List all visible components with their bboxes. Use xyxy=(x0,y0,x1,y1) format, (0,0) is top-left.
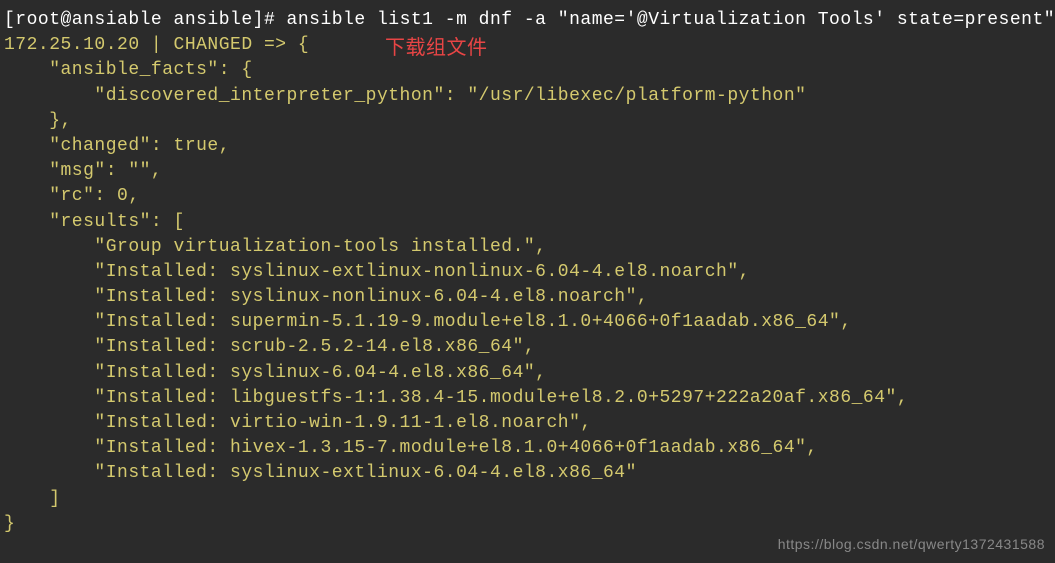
results-close: ] xyxy=(4,489,61,509)
result-3: "Installed: supermin-5.1.19-9.module+el8… xyxy=(4,312,852,332)
result-7: "Installed: virtio-win-1.9.11-1.el8.noar… xyxy=(4,413,592,433)
rc-line: "rc": 0, xyxy=(4,186,140,206)
msg-line: "msg": "", xyxy=(4,161,162,181)
terminal-output[interactable]: [root@ansiable ansible]# ansible list1 -… xyxy=(4,8,1051,537)
host-status: 172.25.10.20 | CHANGED => { xyxy=(4,35,309,55)
result-2: "Installed: syslinux-nonlinux-6.04-4.el8… xyxy=(4,287,648,307)
result-0: "Group virtualization-tools installed.", xyxy=(4,237,546,257)
result-6: "Installed: libguestfs-1:1.38.4-15.modul… xyxy=(4,388,908,408)
shell-prompt: [root@ansiable ansible]# xyxy=(4,10,287,30)
ansible-facts-close: }, xyxy=(4,111,72,131)
result-4: "Installed: scrub-2.5.2-14.el8.x86_64", xyxy=(4,337,535,357)
result-1: "Installed: syslinux-extlinux-nonlinux-6… xyxy=(4,262,750,282)
red-annotation: 下载组文件 xyxy=(385,34,488,62)
result-8: "Installed: hivex-1.3.15-7.module+el8.1.… xyxy=(4,438,818,458)
watermark-text: https://blog.csdn.net/qwerty1372431588 xyxy=(778,535,1045,555)
results-open: "results": [ xyxy=(4,212,185,232)
changed-line: "changed": true, xyxy=(4,136,230,156)
interpreter-line: "discovered_interpreter_python": "/usr/l… xyxy=(4,86,806,106)
result-5: "Installed: syslinux-6.04-4.el8.x86_64", xyxy=(4,363,546,383)
ansible-facts-open: "ansible_facts": { xyxy=(4,60,253,80)
command-line: ansible list1 -m dnf -a "name='@Virtuali… xyxy=(287,10,1055,30)
json-close: } xyxy=(4,514,15,534)
result-9: "Installed: syslinux-extlinux-6.04-4.el8… xyxy=(4,463,637,483)
